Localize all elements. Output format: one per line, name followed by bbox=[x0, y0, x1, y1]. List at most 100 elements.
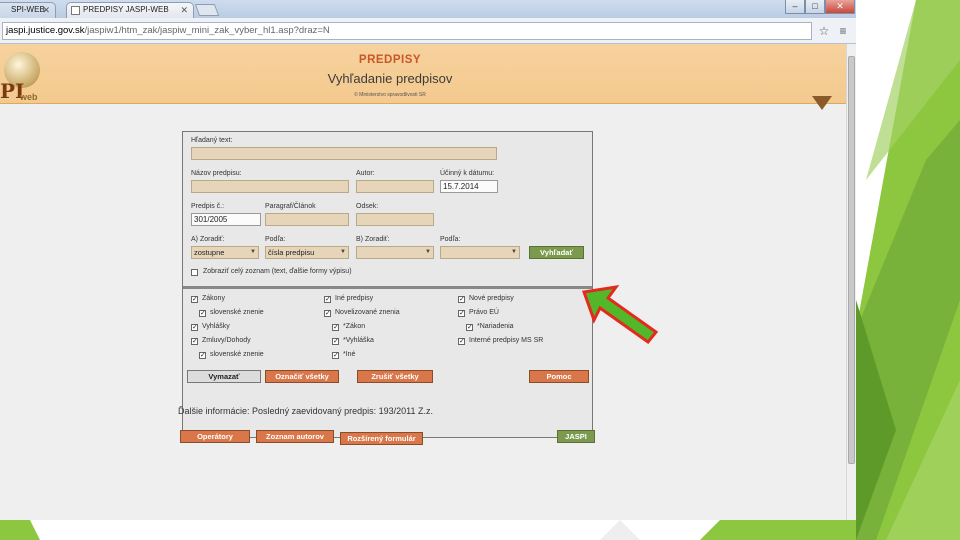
maximize-icon[interactable]: □ bbox=[805, 0, 825, 14]
url-path: /jaspiw1/htm_zak/jaspiw_mini_zak_vyber_h… bbox=[84, 25, 330, 36]
interne-checkbox[interactable]: ✓ bbox=[458, 338, 465, 345]
copyright-text: © Ministerstvo spravodlivosti SR bbox=[354, 92, 426, 98]
ine-predpisy-checkbox[interactable]: ✓ bbox=[324, 296, 331, 303]
hladany-text-label: Hľadaný text: bbox=[191, 137, 233, 144]
divider bbox=[183, 286, 592, 289]
search-form: Hľadaný text: Názov predpisu: Autor: Úči… bbox=[182, 131, 593, 438]
page-title: PREDPISY bbox=[358, 54, 422, 66]
close-tab-icon[interactable]: ✕ bbox=[180, 3, 188, 17]
page-viewport: PI web PREDPISY Vyhľadanie predpisov © M… bbox=[0, 44, 846, 520]
pravo-eu-checkbox[interactable]: ✓ bbox=[458, 310, 465, 317]
a-zoradit-label: A) Zoradiť: bbox=[191, 236, 225, 243]
zrusit-vsetky-button[interactable]: Zrušiť všetky bbox=[357, 370, 433, 383]
slide-decoration bbox=[856, 0, 960, 540]
collapse-arrow-icon[interactable] bbox=[812, 96, 832, 110]
page-icon bbox=[71, 6, 80, 15]
slovenske-znenie-1-label: slovenské znenie bbox=[210, 309, 264, 316]
predpis-input[interactable]: 301/2005 bbox=[191, 213, 261, 226]
star-icon[interactable]: ☆ bbox=[817, 23, 831, 39]
scrollbar-thumb[interactable] bbox=[848, 56, 855, 464]
nove-predpisy-checkbox[interactable]: ✓ bbox=[458, 296, 465, 303]
page-header: PI web PREDPISY Vyhľadanie predpisov © M… bbox=[0, 44, 846, 110]
info-label: Ďalšie informácie: bbox=[178, 406, 250, 416]
nariadenia-label: *Nariadenia bbox=[477, 323, 514, 330]
pomoc-button[interactable]: Pomoc bbox=[529, 370, 589, 383]
zmluvy-checkbox[interactable]: ✓ bbox=[191, 338, 198, 345]
menu-icon[interactable]: ≡ bbox=[836, 23, 850, 39]
ucinny-input[interactable]: 15.7.2014 bbox=[440, 180, 498, 193]
search-button[interactable]: Vyhľadať bbox=[529, 246, 584, 259]
vyhlasky-label: Vyhlášky bbox=[202, 323, 230, 330]
novelizovane-checkbox[interactable]: ✓ bbox=[324, 310, 331, 317]
b-podla-label: Podľa: bbox=[440, 236, 461, 243]
a-podla-label: Podľa: bbox=[265, 236, 286, 243]
vertical-scrollbar[interactable] bbox=[846, 44, 856, 520]
vyhlasky-checkbox[interactable]: ✓ bbox=[191, 324, 198, 331]
b-zoradit-label: B) Zoradiť: bbox=[356, 236, 390, 243]
interne-label: Interné predpisy MS SR bbox=[469, 337, 544, 344]
odsek-label: Odsek: bbox=[356, 203, 379, 210]
operatory-button[interactable]: Operátory bbox=[180, 430, 250, 443]
b-zoradit-select[interactable]: ▼ bbox=[356, 246, 434, 259]
ucinny-label: Účinný k dátumu: bbox=[440, 170, 495, 177]
odsek-input[interactable] bbox=[356, 213, 434, 226]
ine-star-label: *Iné bbox=[343, 351, 356, 358]
new-tab-icon[interactable] bbox=[194, 4, 220, 16]
b-podla-select[interactable]: ▼ bbox=[440, 246, 520, 259]
zakony-checkbox[interactable]: ✓ bbox=[191, 296, 198, 303]
a-zoradit-select[interactable]: zostupne ▼ bbox=[191, 246, 259, 259]
nazov-input[interactable] bbox=[191, 180, 349, 193]
paragraf-input[interactable] bbox=[265, 213, 349, 226]
jaspi-logo: PI web bbox=[0, 50, 56, 104]
dropdown-arrow-icon: ▼ bbox=[425, 249, 431, 255]
hladany-text-input[interactable] bbox=[191, 147, 497, 160]
slovenske-znenie-1-checkbox[interactable]: ✓ bbox=[199, 310, 206, 317]
tab-spi-web[interactable]: SPI-WEB ✕ bbox=[0, 2, 56, 18]
nazov-label: Názov predpisu: bbox=[191, 170, 242, 177]
pravo-eu-label: Právo EÚ bbox=[469, 309, 499, 316]
vymazat-button[interactable]: Vymazať bbox=[187, 370, 261, 383]
a-podla-select[interactable]: čísla predpisu ▼ bbox=[265, 246, 349, 259]
autor-input[interactable] bbox=[356, 180, 434, 193]
dropdown-arrow-icon: ▼ bbox=[340, 249, 346, 255]
vyhlaska-star-checkbox[interactable]: ✓ bbox=[332, 338, 339, 345]
nove-predpisy-label: Nové predpisy bbox=[469, 295, 514, 302]
tab-title: PREDPISY JASPI-WEB bbox=[83, 5, 169, 14]
dropdown-arrow-icon: ▼ bbox=[250, 249, 256, 255]
ine-predpisy-label: Iné predpisy bbox=[335, 295, 374, 302]
nariadenia-checkbox[interactable]: ✓ bbox=[466, 324, 473, 331]
show-all-checkbox[interactable] bbox=[191, 269, 198, 276]
zakon-star-label: *Zákon bbox=[343, 323, 366, 330]
paragraf-label: Paragraf/Článok bbox=[265, 203, 316, 210]
show-all-label: Zobraziť celý zoznam (text, ďalšie formy… bbox=[203, 268, 352, 275]
zakony-label: Zákony bbox=[202, 295, 225, 302]
jaspi-button[interactable]: JASPI bbox=[557, 430, 595, 443]
oznacit-vsetky-button[interactable]: Označiť všetky bbox=[265, 370, 339, 383]
close-window-icon[interactable]: ✕ bbox=[825, 0, 855, 14]
annotation-arrow bbox=[581, 284, 659, 344]
tab-title: SPI-WEB bbox=[11, 5, 45, 14]
slovenske-znenie-2-label: slovenské znenie bbox=[210, 351, 264, 358]
slovenske-znenie-2-checkbox[interactable]: ✓ bbox=[199, 352, 206, 359]
vyhlaska-star-label: *Vyhláška bbox=[343, 337, 374, 344]
ine-star-checkbox[interactable]: ✓ bbox=[332, 352, 339, 359]
novelizovane-label: Novelizované znenia bbox=[335, 309, 400, 316]
url-field[interactable]: jaspi.justice.gov.sk/jaspiw1/htm_zak/jas… bbox=[2, 22, 812, 40]
url-host: jaspi.justice.gov.sk bbox=[6, 25, 85, 36]
zoznam-autorov-button[interactable]: Zoznam autorov bbox=[256, 430, 334, 443]
zmluvy-label: Zmluvy/Dohody bbox=[202, 337, 251, 344]
predpis-label: Predpis č.: bbox=[191, 203, 225, 210]
close-tab-icon[interactable]: ✕ bbox=[42, 3, 50, 17]
a-podla-value: čísla predpisu bbox=[268, 248, 315, 257]
address-bar: jaspi.justice.gov.sk/jaspiw1/htm_zak/jas… bbox=[0, 18, 856, 44]
autor-label: Autor: bbox=[356, 170, 375, 177]
minimize-icon[interactable]: – bbox=[785, 0, 805, 14]
dropdown-arrow-icon: ▼ bbox=[511, 249, 517, 255]
page-subtitle: Vyhľadanie predpisov bbox=[327, 71, 453, 86]
tab-predpisy[interactable]: PREDPISY JASPI-WEB ✕ bbox=[66, 2, 194, 18]
rozsireny-formular-button[interactable]: Rozšírený formulár bbox=[340, 432, 423, 445]
slide-bottom-decoration bbox=[0, 520, 856, 540]
zakon-star-checkbox[interactable]: ✓ bbox=[332, 324, 339, 331]
info-text: Posledný zaevidovaný predpis: 193/2011 Z… bbox=[252, 406, 433, 416]
browser-titlebar: SPI-WEB ✕ PREDPISY JASPI-WEB ✕ – □ ✕ bbox=[0, 0, 856, 18]
